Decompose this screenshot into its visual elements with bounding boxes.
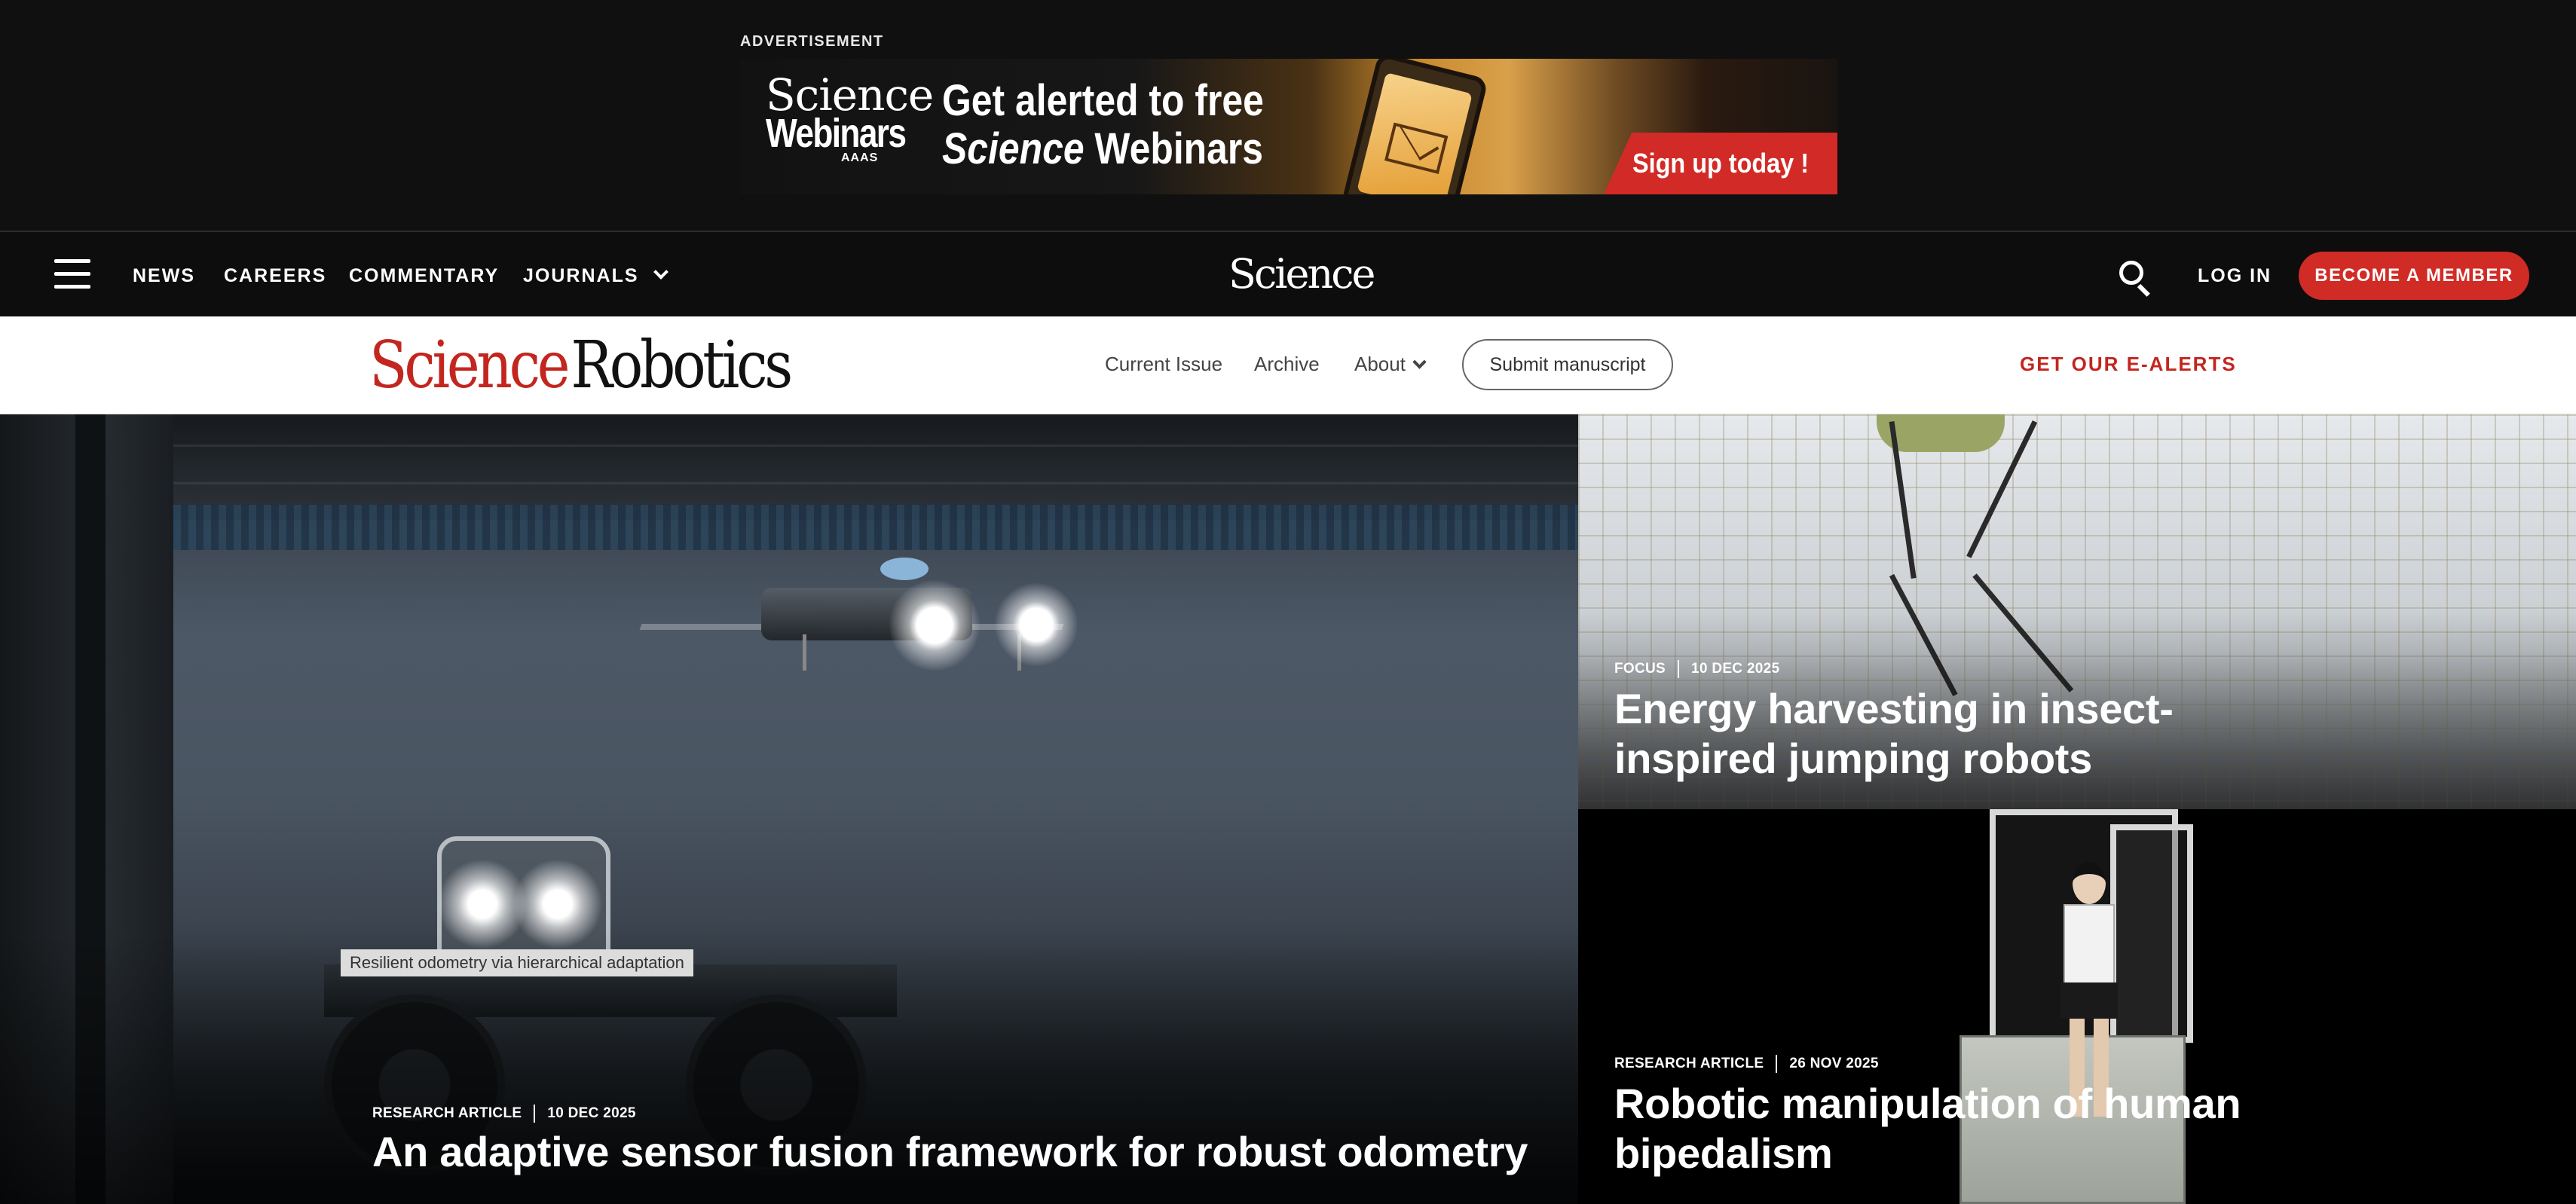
hamburger-menu-icon[interactable] [54,259,90,289]
login-link[interactable]: LOG IN [2198,265,2272,287]
nav-journals[interactable]: JOURNALS [523,264,668,287]
about-link[interactable]: About [1354,353,1427,376]
card-bottom-title-link[interactable]: Robotic manipulation of human bipedalism [1614,1079,2241,1178]
journal-bar: ScienceRobotics Current Issue Archive Ab… [0,316,2576,414]
hero-meta: RESEARCH ARTICLE 10 DEC 2025 [372,1105,636,1123]
science-robotics-logo[interactable]: ScienceRobotics [369,333,793,398]
ad-label: ADVERTISEMENT [740,33,884,50]
ad-logo-science: Science [766,69,934,121]
current-issue-link[interactable]: Current Issue [1105,353,1222,376]
submit-manuscript-button[interactable]: Submit manuscript [1462,339,1673,390]
card-bottom-title-line1: Robotic manipulation of human [1614,1080,2241,1127]
card-bottom-title-line2: bipedalism [1614,1129,1833,1177]
hero-title-link[interactable]: An adaptive sensor fusion framework for … [372,1127,1528,1177]
hero-image-ceiling [0,414,1578,520]
article-date: 10 DEC 2025 [1691,661,1780,677]
article-date: 10 DEC 2025 [547,1105,636,1121]
become-member-button[interactable]: BECOME A MEMBER [2299,252,2529,300]
ad-headline-line1: Get alerted to free [942,76,1264,125]
ad-banner[interactable]: Science Webinars AAAS Get alerted to fre… [740,59,1837,194]
envelope-icon [1384,122,1449,174]
card-top-title-line1: Energy harvesting in insect- [1614,685,2174,732]
ad-headline-webinars: Webinars [1084,124,1264,173]
ad-signup-label: Sign up today ! [1632,148,1809,179]
article-date: 26 NOV 2025 [1789,1056,1879,1071]
article-type: RESEARCH ARTICLE [372,1105,522,1121]
ad-logo-webinars: Webinars [766,111,907,157]
article-type: FOCUS [1614,661,1666,677]
hero-feature[interactable]: Resilient odometry via hierarchical adap… [0,414,1578,1204]
card-top-meta: FOCUS 10 DEC 2025 [1614,660,1779,678]
card-bottom-meta: RESEARCH ARTICLE 26 NOV 2025 [1614,1055,1879,1073]
card-top-title-line2: inspired jumping robots [1614,735,2092,782]
ad-headline-science: Science [942,124,1085,173]
journal-logo-science: Science [369,328,571,403]
about-label: About [1354,353,1406,375]
journal-logo-robotics: Robotics [571,328,793,403]
archive-link[interactable]: Archive [1254,353,1320,376]
phone-icon [1340,59,1489,194]
card-top-title-link[interactable]: Energy harvesting in insect- inspired ju… [1614,684,2174,784]
e-alerts-link[interactable]: GET OUR E-ALERTS [2020,353,2237,376]
chevron-down-icon [1412,355,1427,369]
global-nav: NEWS CAREERS COMMENTARY JOURNALS Science… [0,231,2576,316]
ad-headline: Get alerted to free Science Webinars [942,77,1264,173]
ad-zone: ADVERTISEMENT Science Webinars AAAS Get … [0,0,2576,231]
image-caption: Resilient odometry via hierarchical adap… [341,949,693,976]
science-logo[interactable]: Science [1228,250,1375,298]
ad-logo: Science Webinars AAAS [766,69,934,164]
ad-signup-button[interactable]: Sign up today ! [1604,133,1837,194]
drone-image [639,520,1078,716]
nav-careers[interactable]: CAREERS [224,265,326,287]
article-type: RESEARCH ARTICLE [1614,1056,1764,1071]
search-icon[interactable] [2119,261,2152,297]
nav-journals-label: JOURNALS [523,265,639,286]
nav-news[interactable]: NEWS [133,265,195,287]
ad-headline-line2: Science Webinars [942,125,1264,173]
nav-commentary[interactable]: COMMENTARY [349,265,499,287]
chevron-down-icon [653,264,668,280]
